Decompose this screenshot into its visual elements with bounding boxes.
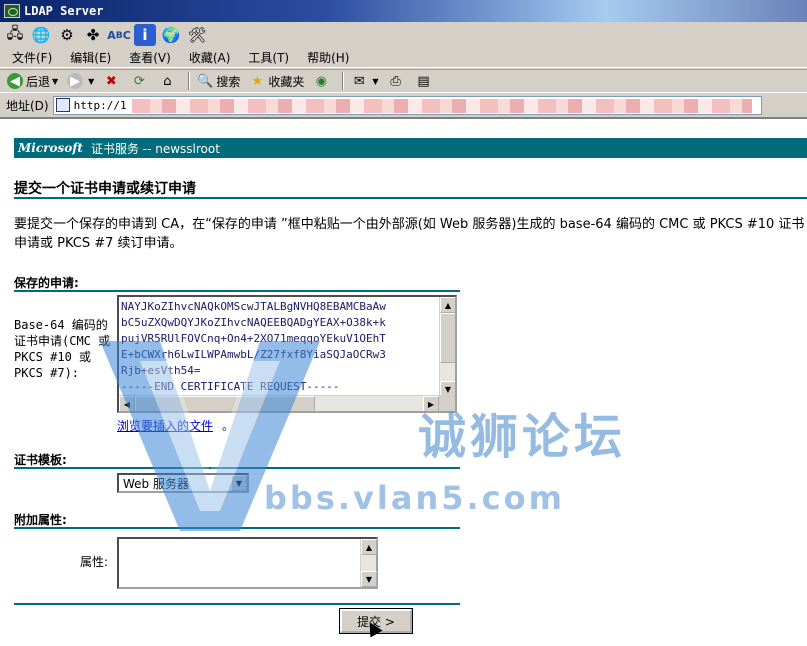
mail-icon: ✉ <box>353 73 365 89</box>
saved-request-divider <box>14 290 460 292</box>
network-icon[interactable]: 🖧 <box>4 24 26 46</box>
edit-button[interactable]: ▤ <box>413 70 438 92</box>
home-icon: ⌂ <box>163 73 172 89</box>
cert-template-label: 证书模板: <box>14 453 67 467</box>
back-label: 后退 <box>26 74 51 89</box>
vertical-scrollbar[interactable]: ▲ ▼ <box>439 297 455 397</box>
refresh-icon: ⟳ <box>133 73 145 89</box>
watermark-url: bbs.vlan5.com <box>264 479 565 517</box>
abc-icon[interactable]: ABC <box>107 24 131 46</box>
menu-help[interactable]: 帮助(H) <box>301 49 355 66</box>
page-content: Microsoft 证书服务 -- newsslroot 提交一个证书申请或续订… <box>0 117 807 646</box>
favorites-button[interactable]: ★ 收藏夹 <box>246 70 307 92</box>
window-title: LDAP Server <box>24 4 104 18</box>
home-button[interactable]: ⌂ <box>156 70 181 92</box>
watermark-text: 诚狮论坛 <box>418 409 627 465</box>
microsoft-logo: Microsoft <box>18 141 83 155</box>
title-divider <box>14 197 807 199</box>
title-bar: LDAP Server <box>0 0 807 22</box>
media-button[interactable]: ◉ <box>310 70 335 92</box>
mail-button[interactable]: ✉ ▼ <box>348 70 381 92</box>
description-text: 要提交一个保存的申请到 CA，在“保存的申请 ”框中粘贴一个由外部源(如 Web… <box>14 217 805 251</box>
address-url: http://1 <box>73 98 127 112</box>
media-icon: ◉ <box>315 73 328 89</box>
attributes-field-label: 属性: <box>80 555 109 569</box>
pinwheel-icon[interactable]: ✤ <box>82 24 104 46</box>
refresh-button[interactable]: ⟳ <box>128 70 153 92</box>
page-icon <box>55 98 70 112</box>
tools-icon[interactable]: 🛠 <box>186 24 208 46</box>
toolbar-separator <box>188 72 191 90</box>
print-icon: ⎙ <box>390 73 401 89</box>
back-arrow-icon: ◀ <box>7 73 23 89</box>
search-button[interactable]: 🔍 搜索 <box>194 70 243 92</box>
scroll-down-icon[interactable]: ▼ <box>361 571 377 587</box>
attr-vertical-scrollbar[interactable]: ▲ ▼ <box>360 539 377 587</box>
scroll-thumb[interactable] <box>440 313 455 363</box>
header-text: 证书服务 -- newsslroot <box>90 141 220 156</box>
address-bar: 地址(D) http://1 <box>0 94 807 116</box>
address-input[interactable]: http://1 <box>52 95 762 115</box>
menu-favorites[interactable]: 收藏(A) <box>183 49 237 66</box>
scroll-up-icon[interactable]: ▲ <box>361 539 377 555</box>
menu-file[interactable]: 文件(F) <box>6 49 58 66</box>
nav-toolbar: ◀ 后退 ▼ ▶ ▼ ✖ ⟳ ⌂ 🔍 搜索 ★ 收藏夹 ◉ ✉ ▼ ⎙ ▤ <box>0 69 807 93</box>
globe-settings-icon[interactable]: ⚙ <box>56 24 78 46</box>
stop-button[interactable]: ✖ <box>100 70 125 92</box>
chevron-down-icon[interactable]: ▼ <box>372 77 378 86</box>
ldap-server-icon <box>4 4 20 18</box>
edit-page-icon: ▤ <box>417 73 430 89</box>
chevron-down-icon[interactable]: ▼ <box>52 77 58 86</box>
back-button[interactable]: ◀ 后退 ▼ <box>4 70 61 92</box>
icon-toolbar: 🖧 🌐 ⚙ ✤ ABC i 🌍 🛠 <box>0 22 807 48</box>
submit-divider <box>14 603 460 605</box>
forward-button[interactable]: ▶ ▼ <box>64 70 97 92</box>
print-button[interactable]: ⎙ <box>385 70 410 92</box>
cert-services-header: Microsoft 证书服务 -- newsslroot <box>14 138 807 158</box>
favorites-label: 收藏夹 <box>268 74 305 89</box>
extra-attributes-label: 附加属性: <box>14 513 67 527</box>
page-title: 提交一个证书申请或续订申请 <box>14 181 196 197</box>
menu-tools[interactable]: 工具(T) <box>242 49 295 66</box>
stop-icon: ✖ <box>105 73 117 89</box>
search-icon: 🔍 <box>197 73 214 89</box>
chevron-down-icon[interactable]: ▼ <box>88 77 94 86</box>
forward-arrow-icon: ▶ <box>67 73 84 89</box>
menu-edit[interactable]: 编辑(E) <box>64 49 117 66</box>
globe-green-icon[interactable]: 🌍 <box>160 24 182 46</box>
globe-icon[interactable]: 🌐 <box>30 24 52 46</box>
menu-bar: 文件(F) 编辑(E) 查看(V) 收藏(A) 工具(T) 帮助(H) <box>0 48 807 68</box>
toolbar-separator <box>342 72 345 90</box>
attributes-textarea[interactable]: ▲ ▼ <box>117 537 378 589</box>
saved-request-label: 保存的申请: <box>14 276 79 290</box>
search-label: 搜索 <box>216 74 241 89</box>
redacted-url-mask <box>131 98 752 113</box>
menu-view[interactable]: 查看(V) <box>123 49 177 66</box>
info-icon[interactable]: i <box>134 24 156 46</box>
address-label: 地址(D) <box>6 98 49 113</box>
base64-field-label: Base-64 编码的证书申请(CMC 或 PKCS #10 或 PKCS #7… <box>14 318 111 380</box>
scroll-up-icon[interactable]: ▲ <box>440 297 455 313</box>
star-icon: ★ <box>251 73 264 89</box>
